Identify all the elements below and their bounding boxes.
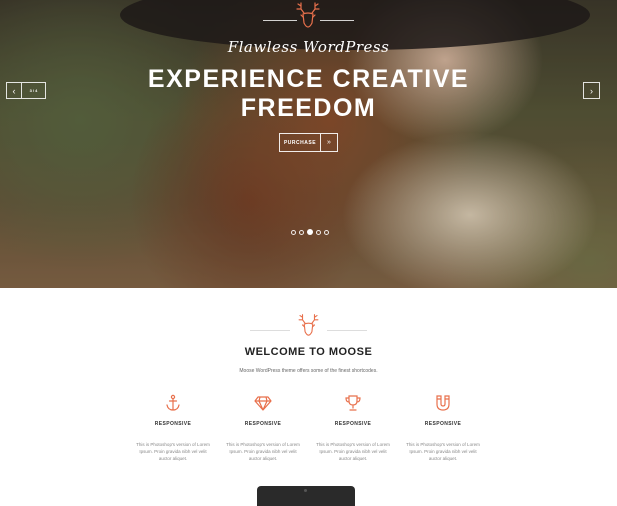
feature-title: RESPONSIVE [154, 421, 192, 427]
feature-title: RESPONSIVE [334, 421, 372, 427]
deer-logo-icon [298, 314, 319, 336]
slider-pagination [291, 229, 329, 235]
hero-headline-line1: EXPERIENCE CREATIVE [147, 65, 470, 93]
slider-dot[interactable] [291, 229, 296, 235]
trophy-icon [345, 395, 361, 411]
device-camera [304, 489, 307, 492]
feature-description: This is Photoshop's version of Lorem Ipsu… [406, 442, 480, 461]
feature-title: RESPONSIVE [424, 421, 462, 427]
magnet-icon [436, 395, 450, 411]
feature-card: RESPONSIVE This is Photoshop's version o… [398, 394, 488, 462]
double-chevron-right-icon: » [327, 139, 331, 146]
hero-subtitle: Flawless WordPress [227, 38, 390, 56]
feature-description: This is Photoshop's version of Lorem Ipsu… [226, 442, 300, 461]
welcome-subtitle: Moose WordPress theme offers some of the… [239, 368, 378, 374]
feature-description: This is Photoshop's version of Lorem Ipsu… [136, 442, 210, 461]
feature-card: RESPONSIVE This is Photoshop's version o… [218, 394, 308, 462]
slider-prev-button[interactable]: ‹ 3 / 4 [6, 82, 46, 99]
feature-card: RESPONSIVE This is Photoshop's version o… [308, 394, 398, 462]
slider-dot[interactable] [299, 229, 304, 235]
purchase-button[interactable]: PURCHASE » [279, 133, 338, 152]
deer-logo-icon [296, 2, 320, 28]
chevron-left-icon: ‹ [7, 83, 22, 98]
welcome-divider-left [250, 330, 290, 331]
feature-title: RESPONSIVE [244, 421, 282, 427]
feature-card: RESPONSIVE This is Photoshop's version o… [128, 394, 218, 462]
diamond-icon [254, 396, 272, 411]
hero-headline-line2: FREEDOM [240, 94, 377, 122]
slider-dot[interactable] [324, 229, 329, 235]
welcome-title: WELCOME TO MOOSE [244, 346, 373, 358]
feature-description: This is Photoshop's version of Lorem Ipsu… [316, 442, 390, 461]
purchase-label: PURCHASE [280, 134, 321, 151]
slider-next-button[interactable]: › [583, 82, 600, 99]
tablet-device-image [257, 486, 355, 506]
anchor-icon [166, 394, 180, 411]
welcome-divider-right [327, 330, 367, 331]
hero-slider: Flawless WordPress EXPERIENCE CREATIVE F… [0, 0, 617, 288]
slider-dot-active[interactable] [307, 229, 313, 235]
slider-dot[interactable] [316, 229, 321, 235]
slide-counter: 3 / 4 [29, 88, 38, 93]
